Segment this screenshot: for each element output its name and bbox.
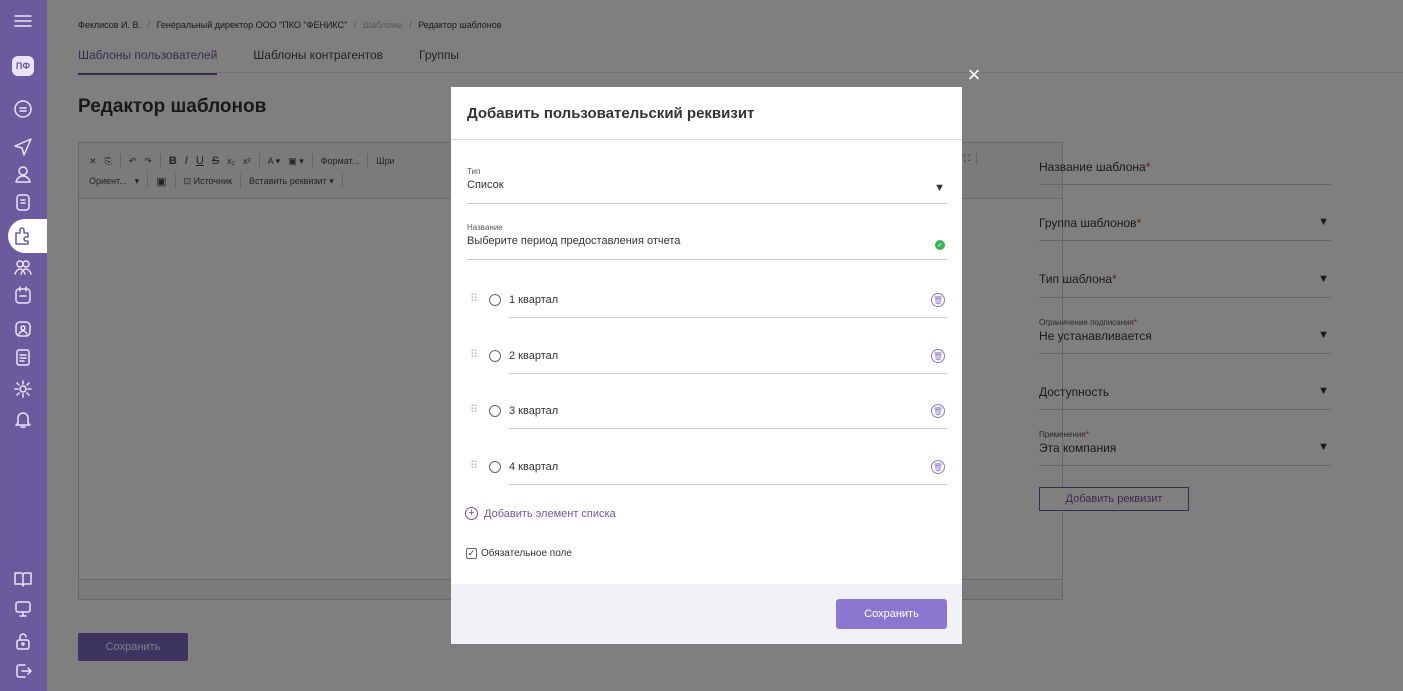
bell-icon[interactable] xyxy=(12,408,34,430)
send-icon[interactable] xyxy=(12,136,34,158)
type-value: Список xyxy=(467,179,504,191)
check-icon: ✓ xyxy=(935,240,945,250)
add-list-item-button[interactable]: + Добавить элемент списка xyxy=(465,507,616,520)
modal-divider xyxy=(451,139,962,140)
required-checkbox[interactable]: ✓ Обязательное поле xyxy=(466,548,572,559)
drag-handle-icon[interactable]: ⠿ xyxy=(470,292,478,305)
list-item: ⠿ 4 квартал 🗑 xyxy=(467,455,947,485)
list-item-label[interactable]: 2 квартал xyxy=(509,350,558,362)
add-list-item-label: Добавить элемент списка xyxy=(484,507,616,520)
name-input[interactable]: Название Выберите период предоставления … xyxy=(467,223,947,260)
user-icon[interactable] xyxy=(12,163,34,185)
list-item: ⠿ 2 квартал 🗑 xyxy=(467,344,947,374)
archive-icon[interactable] xyxy=(12,191,34,213)
required-label: Обязательное поле xyxy=(481,548,572,559)
sidebar-active-item[interactable] xyxy=(8,219,52,253)
document-icon[interactable] xyxy=(12,98,34,120)
list-item-underline xyxy=(509,484,947,485)
dropdown-arrow-icon: ▼ xyxy=(934,182,945,194)
company-logo[interactable]: ПФ xyxy=(12,56,34,76)
menu-icon[interactable] xyxy=(12,10,34,32)
radio-button[interactable] xyxy=(489,350,501,362)
report-icon[interactable] xyxy=(12,346,34,368)
radio-button[interactable] xyxy=(489,405,501,417)
lock-icon[interactable] xyxy=(12,630,34,652)
drag-handle-icon[interactable]: ⠿ xyxy=(470,348,478,361)
list-item-label[interactable]: 4 квартал xyxy=(509,461,558,473)
add-requisite-modal: Добавить пользовательский реквизит Тип С… xyxy=(451,87,962,644)
users-icon[interactable] xyxy=(12,256,34,278)
name-value: Выберите период предоставления отчета xyxy=(467,235,681,247)
delete-icon[interactable]: 🗑 xyxy=(931,293,945,307)
list-item-label[interactable]: 1 квартал xyxy=(509,294,558,306)
drag-handle-icon[interactable]: ⠿ xyxy=(470,459,478,472)
list-item: ⠿ 3 квартал 🗑 xyxy=(467,399,947,429)
type-select[interactable]: Тип Список ▼ xyxy=(467,167,947,204)
sidebar: ПФ xyxy=(0,0,52,691)
list-item-underline xyxy=(509,373,947,374)
delete-icon[interactable]: 🗑 xyxy=(931,460,945,474)
type-label: Тип xyxy=(467,167,481,176)
radio-button[interactable] xyxy=(489,461,501,473)
plus-circle-icon: + xyxy=(465,507,478,520)
contact-icon[interactable] xyxy=(12,318,34,340)
name-label: Название xyxy=(467,223,503,232)
list-item-label[interactable]: 3 квартал xyxy=(509,405,558,417)
list-item-underline xyxy=(509,428,947,429)
calendar-icon[interactable] xyxy=(12,284,34,306)
settings-icon[interactable] xyxy=(12,378,34,400)
delete-icon[interactable]: 🗑 xyxy=(931,349,945,363)
puzzle-icon xyxy=(12,225,34,247)
logout-icon[interactable] xyxy=(12,660,34,682)
book-icon[interactable] xyxy=(12,568,34,590)
list-item-underline xyxy=(509,317,947,318)
support-icon[interactable] xyxy=(12,598,34,620)
close-icon[interactable]: × xyxy=(963,64,985,86)
list-item: ⠿ 1 квартал 🗑 xyxy=(467,288,947,318)
delete-icon[interactable]: 🗑 xyxy=(931,404,945,418)
radio-button[interactable] xyxy=(489,294,501,306)
modal-title: Добавить пользовательский реквизит xyxy=(467,105,755,122)
modal-save-button[interactable]: Сохранить xyxy=(836,599,947,629)
modal-footer: Сохранить xyxy=(451,584,962,644)
drag-handle-icon[interactable]: ⠿ xyxy=(470,403,478,416)
checkbox-icon: ✓ xyxy=(466,548,477,559)
